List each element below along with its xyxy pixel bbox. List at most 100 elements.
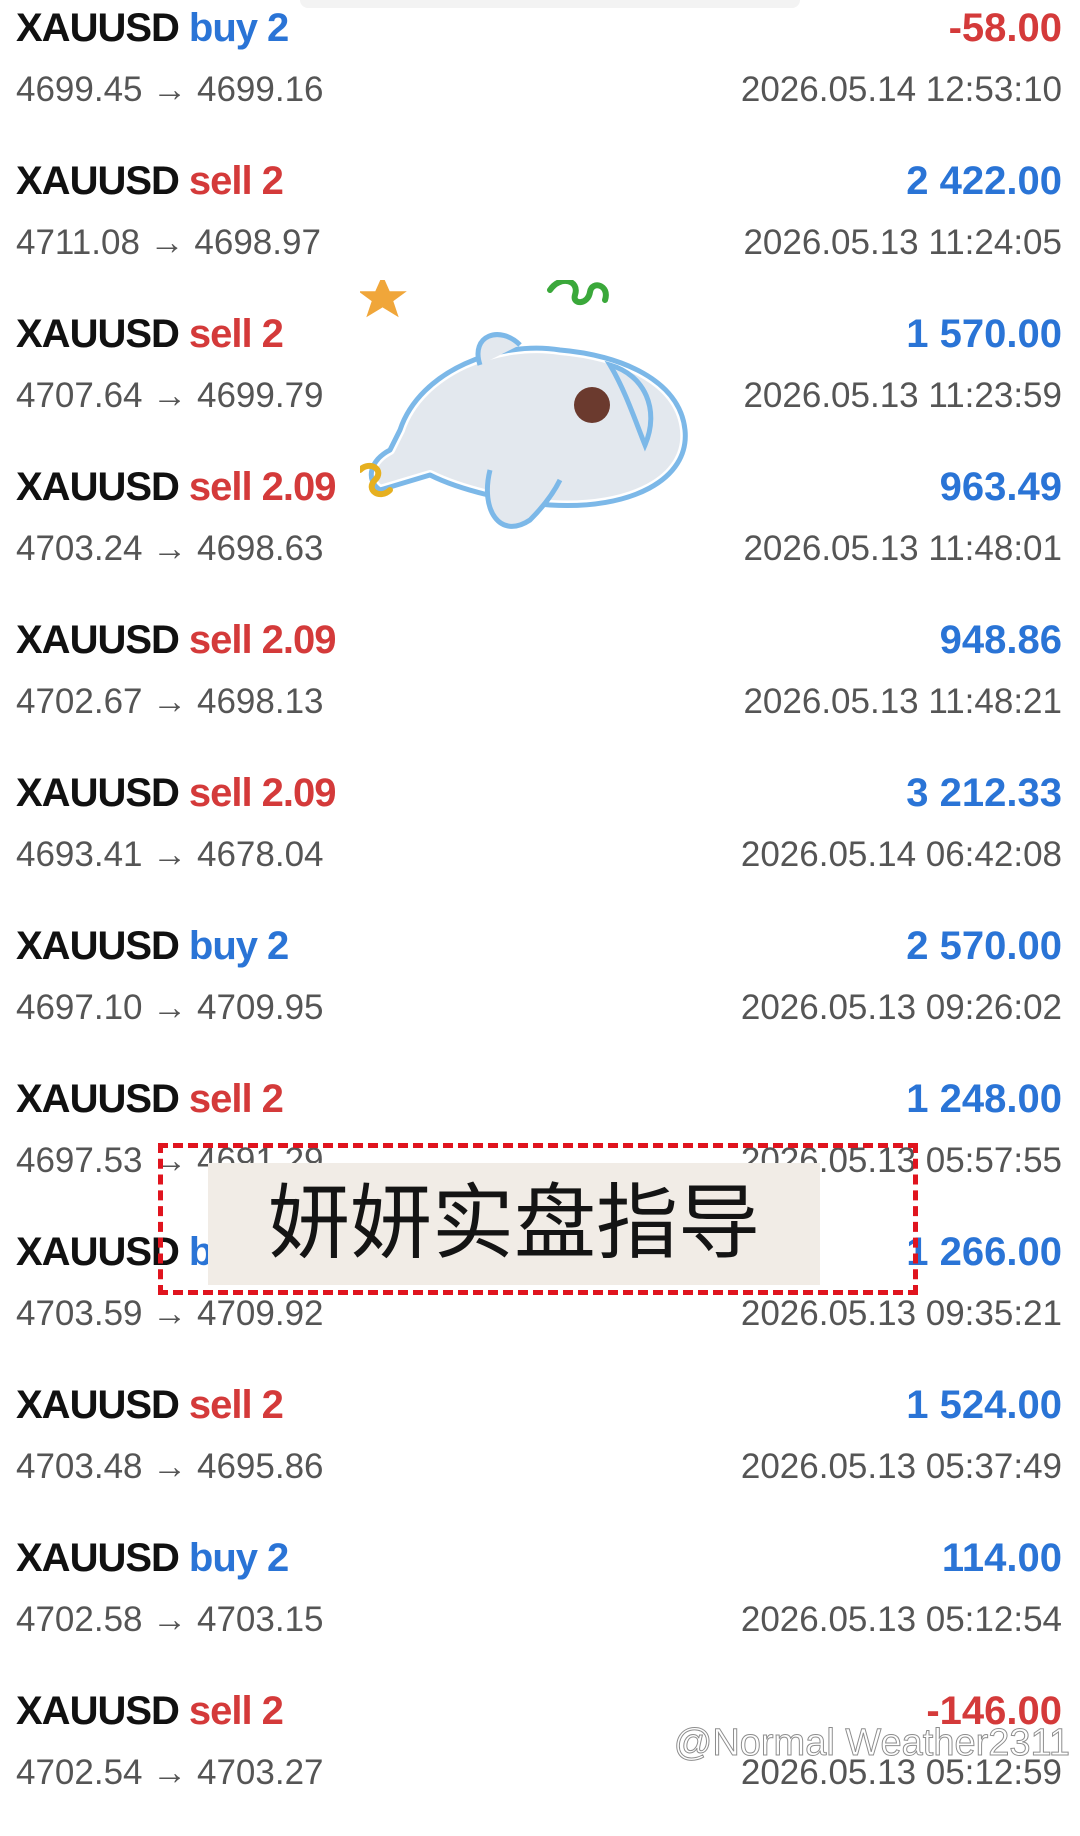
trade-symbol-line: XAUUSD sell 2.09 xyxy=(16,771,337,816)
overlay-label: 妍妍实盘指导 xyxy=(208,1163,820,1285)
sticker-shape xyxy=(366,332,691,529)
trade-side: sell xyxy=(188,618,253,662)
trade-profit: 2 570.00 xyxy=(906,924,1062,968)
trade-datetime: 2026.05.13 11:24:05 xyxy=(743,223,1062,262)
arrow-icon: → xyxy=(152,1600,188,1639)
close-price: 4698.63 xyxy=(197,529,324,568)
trade-lots: 2 xyxy=(267,924,289,968)
arrow-icon: → xyxy=(152,529,188,568)
trade-lots: 2.09 xyxy=(261,618,337,662)
close-price: 4695.86 xyxy=(197,1447,324,1486)
trade-prices: 4703.48 → 4695.86 xyxy=(16,1447,324,1487)
trade-row[interactable]: XAUUSD sell 2.09 4702.67 → 4698.13 948.86 … xyxy=(0,612,1080,765)
trade-symbol: XAUUSD xyxy=(16,1689,180,1733)
trade-datetime: 2026.05.13 11:48:01 xyxy=(743,529,1062,568)
close-price: 4709.92 xyxy=(197,1294,324,1333)
trade-symbol: XAUUSD xyxy=(16,1077,180,1121)
trade-symbol-line: XAUUSD sell 2.09 xyxy=(16,465,337,510)
trade-row[interactable]: XAUUSD sell 2.09 4693.41 → 4678.04 3 212.3… xyxy=(0,765,1080,918)
open-price: 4702.54 xyxy=(16,1753,143,1792)
trade-prices: 4702.58 → 4703.15 xyxy=(16,1600,324,1640)
arrow-icon: → xyxy=(152,70,188,109)
trade-lots: 2 xyxy=(261,1689,284,1733)
trade-symbol-line: XAUUSDbuy2 xyxy=(16,6,289,51)
close-price: 4699.79 xyxy=(197,376,324,415)
trade-profit: 948.86 xyxy=(939,618,1062,662)
trade-row[interactable]: XAUUSD buy 2 4699.45 → 4699.16 -58.00 2026… xyxy=(0,0,1080,153)
trade-prices: 4707.64 → 4699.79 xyxy=(16,376,324,416)
trade-profit: 3 212.33 xyxy=(906,771,1062,815)
trade-symbol: XAUUSD xyxy=(16,1230,180,1274)
trade-symbol-line: XAUUSD sell 2 xyxy=(16,159,284,204)
trade-symbol: XAUUSD xyxy=(16,924,180,968)
close-price: 4698.97 xyxy=(194,223,321,262)
green-squiggle-icon xyxy=(547,280,609,306)
sticker-window-icon xyxy=(574,387,610,423)
open-price: 4703.48 xyxy=(16,1447,143,1486)
open-price: 4699.45 xyxy=(16,70,143,109)
trade-symbol: XAUUSD xyxy=(16,6,180,50)
watermark-text: @Normal Weather2311 xyxy=(673,1722,1070,1765)
arrow-icon: → xyxy=(152,988,188,1027)
close-price: 4678.04 xyxy=(197,835,324,874)
open-price: 4697.53 xyxy=(16,1141,143,1180)
trade-history-list: XAUUSD buy 2 4699.45 → 4699.16 -58.00 2026… xyxy=(0,0,1080,1810)
trade-datetime: 2026.05.14 06:42:08 xyxy=(740,835,1062,874)
trade-datetime: 2026.05.13 11:48:21 xyxy=(743,682,1062,721)
trade-row[interactable]: XAUUSD buy 2 4702.58 → 4703.15 114.00 2026… xyxy=(0,1530,1080,1683)
trade-symbol: XAUUSD xyxy=(16,618,180,662)
trade-symbol: XAUUSD xyxy=(16,1383,180,1427)
trade-side: sell xyxy=(188,159,253,203)
trade-lots: 2 xyxy=(267,6,289,50)
trade-symbol: XAUUSD xyxy=(16,1536,180,1580)
trade-row[interactable]: XAUUSD buy 2 4697.10 → 4709.95 2 570.00 20… xyxy=(0,918,1080,1071)
trade-profit: 1 266.00 xyxy=(906,1230,1062,1274)
trade-lots: 2 xyxy=(261,159,284,203)
trade-datetime: 2026.05.13 11:23:59 xyxy=(743,376,1062,415)
open-price: 4703.24 xyxy=(16,529,143,568)
trade-side: sell xyxy=(188,1383,253,1427)
trade-prices: 4702.54 → 4703.27 xyxy=(16,1753,324,1793)
open-price: 4702.67 xyxy=(16,682,143,721)
open-price: 4693.41 xyxy=(16,835,143,874)
trade-profit: 2 422.00 xyxy=(906,159,1062,203)
trade-profit: 1 570.00 xyxy=(906,312,1062,356)
trade-datetime: 2026.05.13 09:35:21 xyxy=(740,1294,1062,1333)
trade-profit: 963.49 xyxy=(939,465,1062,509)
close-price: 4709.95 xyxy=(197,988,324,1027)
arrow-icon: → xyxy=(152,376,188,415)
open-price: 4703.59 xyxy=(16,1294,143,1333)
trade-prices: 4699.45 → 4699.16 xyxy=(16,70,324,110)
arrow-icon: → xyxy=(152,1753,188,1792)
trade-lots: 2 xyxy=(261,312,284,356)
trade-side: sell xyxy=(188,312,253,356)
arrow-icon: → xyxy=(152,682,188,721)
open-price: 4711.08 xyxy=(16,223,140,262)
trade-lots: 2.09 xyxy=(261,465,337,509)
trade-symbol-line: XAUUSD sell 2 xyxy=(16,1383,284,1428)
arrow-icon: → xyxy=(149,223,185,262)
trade-row[interactable]: XAUUSD sell 2 4703.48 → 4695.86 1 524.00 2… xyxy=(0,1377,1080,1530)
trade-profit: 114.00 xyxy=(941,1536,1062,1580)
trade-symbol-line: XAUUSD sell 2 xyxy=(16,312,284,357)
trade-datetime: 2026.05.14 12:53:10 xyxy=(740,70,1062,109)
trade-symbol: XAUUSD xyxy=(16,465,180,509)
trade-lots: 2 xyxy=(261,1077,284,1121)
trade-symbol-line: XAUUSD sell 2 xyxy=(16,1689,284,1734)
trade-symbol-line: XAUUSD sell 2 xyxy=(16,1077,284,1122)
trade-side: sell xyxy=(188,1689,253,1733)
trade-symbol: XAUUSD xyxy=(16,312,180,356)
star-icon xyxy=(360,280,407,318)
open-price: 4707.64 xyxy=(16,376,143,415)
trade-lots: 2.09 xyxy=(261,771,337,815)
trade-profit: 1 524.00 xyxy=(906,1383,1062,1427)
trade-symbol-line: XAUUSDbuy2 xyxy=(16,1536,289,1581)
trade-lots: 2 xyxy=(267,1536,289,1580)
trade-lots: 2 xyxy=(261,1383,284,1427)
trade-side: sell xyxy=(188,1077,253,1121)
close-price: 4703.15 xyxy=(197,1600,324,1639)
arrow-icon: → xyxy=(152,1294,188,1333)
trade-prices: 4703.24 → 4698.63 xyxy=(16,529,324,569)
arrow-icon: → xyxy=(152,1447,188,1486)
trade-symbol: XAUUSD xyxy=(16,771,180,815)
